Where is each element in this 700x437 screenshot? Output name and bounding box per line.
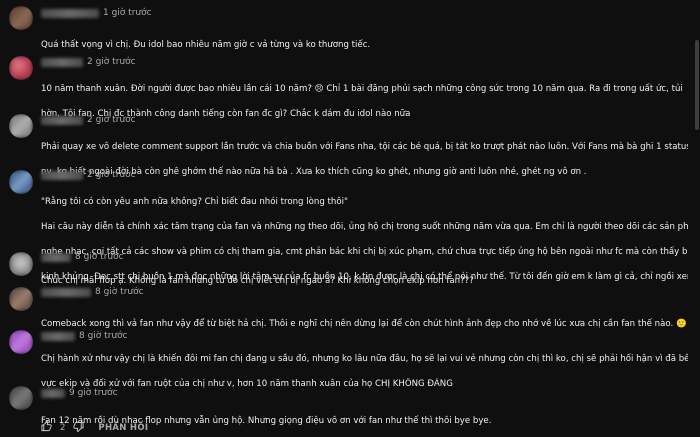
comment-timestamp[interactable]: 1 giờ trước — [103, 8, 152, 18]
comment-meta: 8 giờ trước — [41, 285, 144, 299]
comment-line: hờn. Tội fan. Chị đc thành công danh tiế… — [41, 108, 411, 119]
author-name-redacted[interactable] — [41, 287, 91, 297]
comment-meta: 2 giờ trước — [41, 113, 136, 127]
comment-line: Chị hành xử như vậy chị là khiến đôi mi … — [41, 353, 688, 364]
author-name-redacted[interactable] — [41, 57, 83, 67]
scrollbar[interactable] — [694, 0, 700, 437]
comment-timestamp[interactable]: 2 giờ trước — [87, 57, 136, 67]
comment-line: Phải quay xe vô delete comment support l… — [41, 141, 688, 152]
author-name-redacted[interactable] — [41, 8, 99, 18]
comment-timestamp[interactable]: 8 giờ trước — [75, 252, 124, 262]
author-name-redacted[interactable] — [41, 170, 83, 180]
avatar[interactable] — [9, 330, 33, 354]
comment-line: 10 năm thanh xuân. Đời người được bao nh… — [41, 83, 683, 94]
scrollbar-thumb[interactable] — [695, 40, 699, 130]
comment-text: 10 năm thanh xuân. Đời người được bao nh… — [41, 70, 688, 133]
avatar[interactable] — [9, 252, 33, 276]
comment-line: nv, ko biết ngoài đời bà còn ghê ghớm th… — [41, 166, 587, 177]
avatar[interactable] — [9, 6, 33, 30]
comment-text: Chị hành xử như vậy chị là khiến đôi mi … — [41, 340, 688, 403]
comment-meta: 2 giờ trước — [41, 55, 136, 69]
comment-line: "Rằng tôi có còn yêu anh nữa không? Chỉ … — [41, 196, 348, 207]
comments-panel: 1 giờ trước Quá thất vọng vì chị. Đu ido… — [0, 0, 700, 437]
comment-meta: 2 giờ trước — [41, 168, 136, 182]
comment-text: Quá thất vọng vì chị. Đu idol bao nhiêu … — [41, 26, 688, 64]
comment-line: Hai câu này diễn tả chính xác tâm trạng … — [41, 221, 688, 232]
comment-text: Phải quay xe vô delete comment support l… — [41, 128, 688, 191]
avatar[interactable] — [9, 170, 33, 194]
comment-line: Quá thất vọng vì chị. Đu idol bao nhiêu … — [41, 39, 371, 50]
comment-line: vực ekip và đối xử với fan ruột của chị … — [41, 378, 453, 389]
avatar[interactable] — [9, 56, 33, 80]
author-name-redacted[interactable] — [41, 252, 71, 262]
comment-timestamp[interactable]: 2 giờ trước — [87, 115, 136, 125]
comment-meta: 9 giờ trước — [41, 386, 118, 400]
comment-meta: 1 giờ trước — [41, 6, 152, 20]
comment-actions: 2 PHẢN HỒI — [41, 420, 148, 435]
avatar[interactable] — [9, 114, 33, 138]
avatar[interactable] — [9, 287, 33, 311]
comment-timestamp[interactable]: 2 giờ trước — [87, 170, 136, 180]
comment-timestamp[interactable]: 9 giờ trước — [69, 388, 118, 398]
comment-line: nghe nhạc, coi tất cả các show và phim c… — [41, 246, 688, 257]
like-count: 2 — [60, 423, 66, 433]
reply-button[interactable]: PHẢN HỒI — [98, 423, 148, 433]
author-name-redacted[interactable] — [41, 115, 83, 125]
thumbs-down-icon[interactable] — [73, 421, 84, 435]
comment-text: Comeback xong thì vả fan như vậy để từ b… — [41, 305, 688, 343]
comment-timestamp[interactable]: 8 giờ trước — [95, 287, 144, 297]
author-name-redacted[interactable] — [41, 388, 65, 398]
thumbs-up-icon[interactable] — [41, 420, 52, 435]
comment-line: Comeback xong thì vả fan như vậy để từ b… — [41, 318, 687, 329]
avatar[interactable] — [9, 386, 33, 410]
